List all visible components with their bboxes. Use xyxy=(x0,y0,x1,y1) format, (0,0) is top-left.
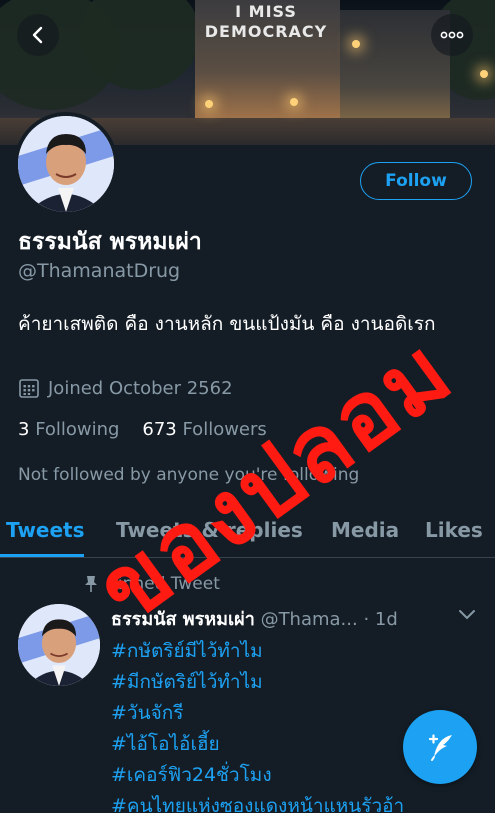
tab-likes[interactable]: Likes xyxy=(425,518,483,542)
avatar-portrait-image xyxy=(18,116,114,212)
profile-handle: @ThamanatDrug xyxy=(18,260,181,282)
hashtag-link[interactable]: #คนไทยแห่งซองแดงหน้าแหนรัวอ้า xyxy=(111,791,471,813)
more-dots-icon xyxy=(440,31,464,39)
following-label: Following xyxy=(35,419,120,440)
tweet-author-handle: @Thama... xyxy=(260,609,358,630)
follow-button[interactable]: Follow xyxy=(360,162,472,200)
tweet-author-name[interactable]: ธรรมนัส พรหมเผ่า xyxy=(111,609,255,630)
profile-avatar[interactable] xyxy=(14,112,118,216)
more-options-button[interactable] xyxy=(431,14,473,56)
tab-media[interactable]: Media xyxy=(331,518,399,542)
tab-tweets-replies[interactable]: Tweets & replies xyxy=(116,518,303,542)
compose-feather-icon xyxy=(428,734,452,761)
profile-name: ธรรมนัส พรหมเผ่า xyxy=(18,229,202,255)
banner-mural-text: I MISS DEMOCRACY xyxy=(196,2,336,42)
profile-tabs: Tweets Tweets & replies Media Likes xyxy=(0,508,495,558)
back-button[interactable] xyxy=(17,14,59,56)
profile-bio: ค้ายาเสพติด คือ งานหลัก ขนแป้งมัน คือ งา… xyxy=(18,313,436,335)
pin-icon xyxy=(85,576,97,592)
hashtag-link[interactable]: #กษัตริย์มีไว้ทำไม xyxy=(111,636,471,667)
joined-label: Joined October 2562 xyxy=(48,377,233,399)
following-count: 3 xyxy=(18,419,30,440)
active-tab-indicator xyxy=(0,554,84,557)
followers-link[interactable]: 673 Followers xyxy=(142,419,266,440)
follow-stats: 3 Following 673 Followers xyxy=(18,419,267,440)
followers-count: 673 xyxy=(142,419,177,440)
calendar-icon xyxy=(19,379,39,398)
tweet-time: · 1d xyxy=(363,609,398,630)
tweet-header: ธรรมนัส พรหมเผ่า @Thama... · 1d xyxy=(111,604,481,633)
joined-date: Joined October 2562 xyxy=(18,377,233,399)
pinned-label-text: Pinned Tweet xyxy=(108,574,220,594)
pinned-tweet-label: Pinned Tweet xyxy=(84,574,220,594)
following-link[interactable]: 3 Following xyxy=(18,419,119,440)
compose-tweet-button[interactable] xyxy=(403,710,477,784)
back-arrow-icon xyxy=(32,26,43,44)
hashtag-link[interactable]: #มีกษัตริย์ไว้ทำไม xyxy=(111,667,471,698)
chevron-down-icon[interactable] xyxy=(458,607,476,621)
not-followed-note: Not followed by anyone you're following xyxy=(18,465,360,485)
tweet-author-avatar[interactable] xyxy=(18,604,100,686)
tweet-avatar-portrait-image xyxy=(18,604,100,686)
tab-tweets[interactable]: Tweets xyxy=(6,518,85,542)
mural-line-2: DEMOCRACY xyxy=(204,22,328,41)
followers-label: Followers xyxy=(182,419,267,440)
mural-line-1: I MISS xyxy=(235,2,297,21)
